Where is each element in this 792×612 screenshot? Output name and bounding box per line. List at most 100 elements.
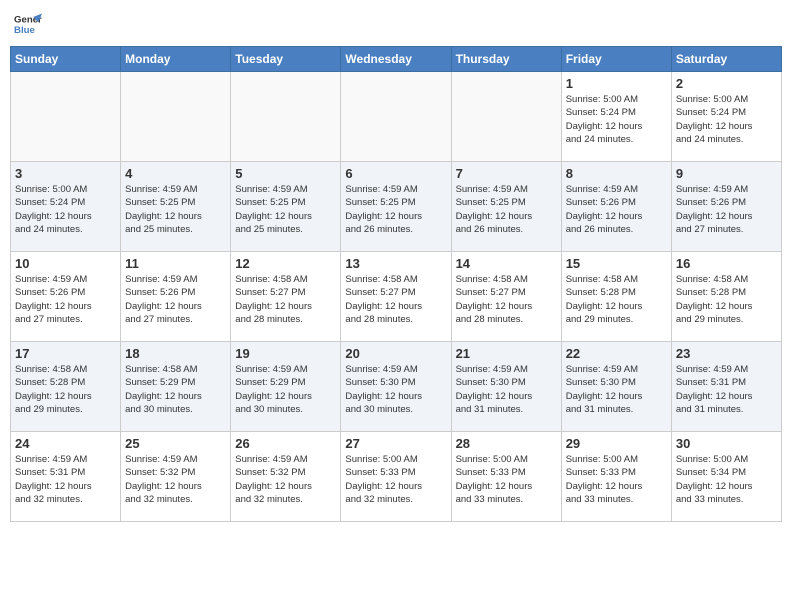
day-number: 26 [235, 436, 336, 451]
weekday-header-wednesday: Wednesday [341, 47, 451, 72]
calendar-cell: 7Sunrise: 4:59 AMSunset: 5:25 PMDaylight… [451, 162, 561, 252]
calendar-cell [341, 72, 451, 162]
calendar-cell: 20Sunrise: 4:59 AMSunset: 5:30 PMDayligh… [341, 342, 451, 432]
svg-text:Blue: Blue [14, 25, 35, 36]
day-number: 18 [125, 346, 226, 361]
day-info: Sunrise: 4:59 AMSunset: 5:30 PMDaylight:… [456, 363, 557, 416]
day-number: 11 [125, 256, 226, 271]
weekday-header-saturday: Saturday [671, 47, 781, 72]
day-number: 30 [676, 436, 777, 451]
calendar-cell: 12Sunrise: 4:58 AMSunset: 5:27 PMDayligh… [231, 252, 341, 342]
calendar-cell: 13 Sunrise: 4:58 AMSunset: 5:27 PMDayligh… [341, 252, 451, 342]
day-number: 3 [15, 166, 116, 181]
day-info: Sunrise: 4:58 AMSunset: 5:27 PMDaylight:… [456, 273, 557, 326]
day-info: Sunrise: 4:59 AMSunset: 5:29 PMDaylight:… [235, 363, 336, 416]
day-info: Sunrise: 4:59 AMSunset: 5:25 PMDaylight:… [235, 183, 336, 236]
day-info: Sunrise: 4:59 AMSunset: 5:31 PMDaylight:… [676, 363, 777, 416]
day-info: Sunrise: 5:00 AMSunset: 5:34 PMDaylight:… [676, 453, 777, 506]
day-number: 19 [235, 346, 336, 361]
calendar-cell [451, 72, 561, 162]
calendar-cell: 1 Sunrise: 5:00 AMSunset: 5:24 PMDaylight… [561, 72, 671, 162]
day-number: 25 [125, 436, 226, 451]
day-number: 9 [676, 166, 777, 181]
weekday-header-sunday: Sunday [11, 47, 121, 72]
calendar-cell: 21 Sunrise: 4:59 AMSunset: 5:30 PMDayligh… [451, 342, 561, 432]
day-info: Sunrise: 5:00 AMSunset: 5:24 PMDaylight:… [676, 93, 777, 146]
calendar-cell: 19 Sunrise: 4:59 AMSunset: 5:29 PMDayligh… [231, 342, 341, 432]
day-number: 17 [15, 346, 116, 361]
weekday-header-row: SundayMondayTuesdayWednesdayThursdayFrid… [11, 47, 782, 72]
day-number: 28 [456, 436, 557, 451]
day-info: Sunrise: 4:59 AMSunset: 5:26 PMDaylight:… [566, 183, 667, 236]
calendar-cell: 29 Sunrise: 5:00 AMSunset: 5:33 PMDayligh… [561, 432, 671, 522]
day-info: Sunrise: 4:58 AMSunset: 5:27 PMDaylight:… [345, 273, 446, 326]
calendar-cell: 28 Sunrise: 5:00 AMSunset: 5:33 PMDayligh… [451, 432, 561, 522]
day-number: 13 [345, 256, 446, 271]
calendar-cell: 11Sunrise: 4:59 AMSunset: 5:26 PMDayligh… [121, 252, 231, 342]
day-number: 20 [345, 346, 446, 361]
calendar: SundayMondayTuesdayWednesdayThursdayFrid… [10, 46, 782, 522]
calendar-cell [231, 72, 341, 162]
day-number: 21 [456, 346, 557, 361]
weekday-header-friday: Friday [561, 47, 671, 72]
day-number: 8 [566, 166, 667, 181]
day-info: Sunrise: 4:58 AMSunset: 5:29 PMDaylight:… [125, 363, 226, 416]
calendar-cell: 10 Sunrise: 4:59 AMSunset: 5:26 PMDayligh… [11, 252, 121, 342]
calendar-cell: 25 Sunrise: 4:59 AMSunset: 5:32 PMDayligh… [121, 432, 231, 522]
calendar-cell: 18 Sunrise: 4:58 AMSunset: 5:29 PMDayligh… [121, 342, 231, 432]
weekday-header-tuesday: Tuesday [231, 47, 341, 72]
calendar-cell: 27 Sunrise: 5:00 AMSunset: 5:33 PMDayligh… [341, 432, 451, 522]
day-info: Sunrise: 4:59 AMSunset: 5:32 PMDaylight:… [125, 453, 226, 506]
day-number: 24 [15, 436, 116, 451]
logo-icon: General Blue [14, 10, 42, 38]
day-info: Sunrise: 4:59 AMSunset: 5:25 PMDaylight:… [345, 183, 446, 236]
week-row-5: 24Sunrise: 4:59 AMSunset: 5:31 PMDayligh… [11, 432, 782, 522]
day-info: Sunrise: 5:00 AMSunset: 5:24 PMDaylight:… [15, 183, 116, 236]
calendar-cell: 23 Sunrise: 4:59 AMSunset: 5:31 PMDayligh… [671, 342, 781, 432]
calendar-cell: 9Sunrise: 4:59 AMSunset: 5:26 PMDaylight… [671, 162, 781, 252]
day-number: 27 [345, 436, 446, 451]
day-number: 5 [235, 166, 336, 181]
day-number: 10 [15, 256, 116, 271]
calendar-cell [121, 72, 231, 162]
day-info: Sunrise: 4:58 AMSunset: 5:28 PMDaylight:… [566, 273, 667, 326]
calendar-cell: 15 Sunrise: 4:58 AMSunset: 5:28 PMDayligh… [561, 252, 671, 342]
day-info: Sunrise: 5:00 AMSunset: 5:33 PMDaylight:… [566, 453, 667, 506]
calendar-cell: 2Sunrise: 5:00 AMSunset: 5:24 PMDaylight… [671, 72, 781, 162]
calendar-cell: 4Sunrise: 4:59 AMSunset: 5:25 PMDaylight… [121, 162, 231, 252]
week-row-1: 1 Sunrise: 5:00 AMSunset: 5:24 PMDaylight… [11, 72, 782, 162]
week-row-2: 3 Sunrise: 5:00 AMSunset: 5:24 PMDaylight… [11, 162, 782, 252]
day-number: 16 [676, 256, 777, 271]
calendar-cell: 5 Sunrise: 4:59 AMSunset: 5:25 PMDaylight… [231, 162, 341, 252]
day-number: 14 [456, 256, 557, 271]
calendar-cell: 8 Sunrise: 4:59 AMSunset: 5:26 PMDaylight… [561, 162, 671, 252]
day-info: Sunrise: 5:00 AMSunset: 5:33 PMDaylight:… [456, 453, 557, 506]
calendar-cell [11, 72, 121, 162]
calendar-cell: 14 Sunrise: 4:58 AMSunset: 5:27 PMDayligh… [451, 252, 561, 342]
calendar-cell: 30 Sunrise: 5:00 AMSunset: 5:34 PMDayligh… [671, 432, 781, 522]
week-row-4: 17 Sunrise: 4:58 AMSunset: 5:28 PMDayligh… [11, 342, 782, 432]
calendar-cell: 17 Sunrise: 4:58 AMSunset: 5:28 PMDayligh… [11, 342, 121, 432]
day-info: Sunrise: 4:58 AMSunset: 5:28 PMDaylight:… [676, 273, 777, 326]
day-number: 1 [566, 76, 667, 91]
weekday-header-monday: Monday [121, 47, 231, 72]
calendar-cell: 3 Sunrise: 5:00 AMSunset: 5:24 PMDaylight… [11, 162, 121, 252]
day-info: Sunrise: 4:59 AMSunset: 5:25 PMDaylight:… [456, 183, 557, 236]
calendar-cell: 24Sunrise: 4:59 AMSunset: 5:31 PMDayligh… [11, 432, 121, 522]
day-number: 4 [125, 166, 226, 181]
calendar-cell: 6 Sunrise: 4:59 AMSunset: 5:25 PMDaylight… [341, 162, 451, 252]
day-info: Sunrise: 4:59 AMSunset: 5:32 PMDaylight:… [235, 453, 336, 506]
day-number: 6 [345, 166, 446, 181]
day-number: 15 [566, 256, 667, 271]
day-info: Sunrise: 4:59 AMSunset: 5:26 PMDaylight:… [15, 273, 116, 326]
day-info: Sunrise: 5:00 AMSunset: 5:33 PMDaylight:… [345, 453, 446, 506]
day-info: Sunrise: 5:00 AMSunset: 5:24 PMDaylight:… [566, 93, 667, 146]
page-header: General Blue [10, 10, 782, 38]
week-row-3: 10 Sunrise: 4:59 AMSunset: 5:26 PMDayligh… [11, 252, 782, 342]
day-info: Sunrise: 4:58 AMSunset: 5:27 PMDaylight:… [235, 273, 336, 326]
calendar-cell: 16 Sunrise: 4:58 AMSunset: 5:28 PMDayligh… [671, 252, 781, 342]
day-number: 23 [676, 346, 777, 361]
weekday-header-thursday: Thursday [451, 47, 561, 72]
day-number: 29 [566, 436, 667, 451]
day-info: Sunrise: 4:58 AMSunset: 5:28 PMDaylight:… [15, 363, 116, 416]
